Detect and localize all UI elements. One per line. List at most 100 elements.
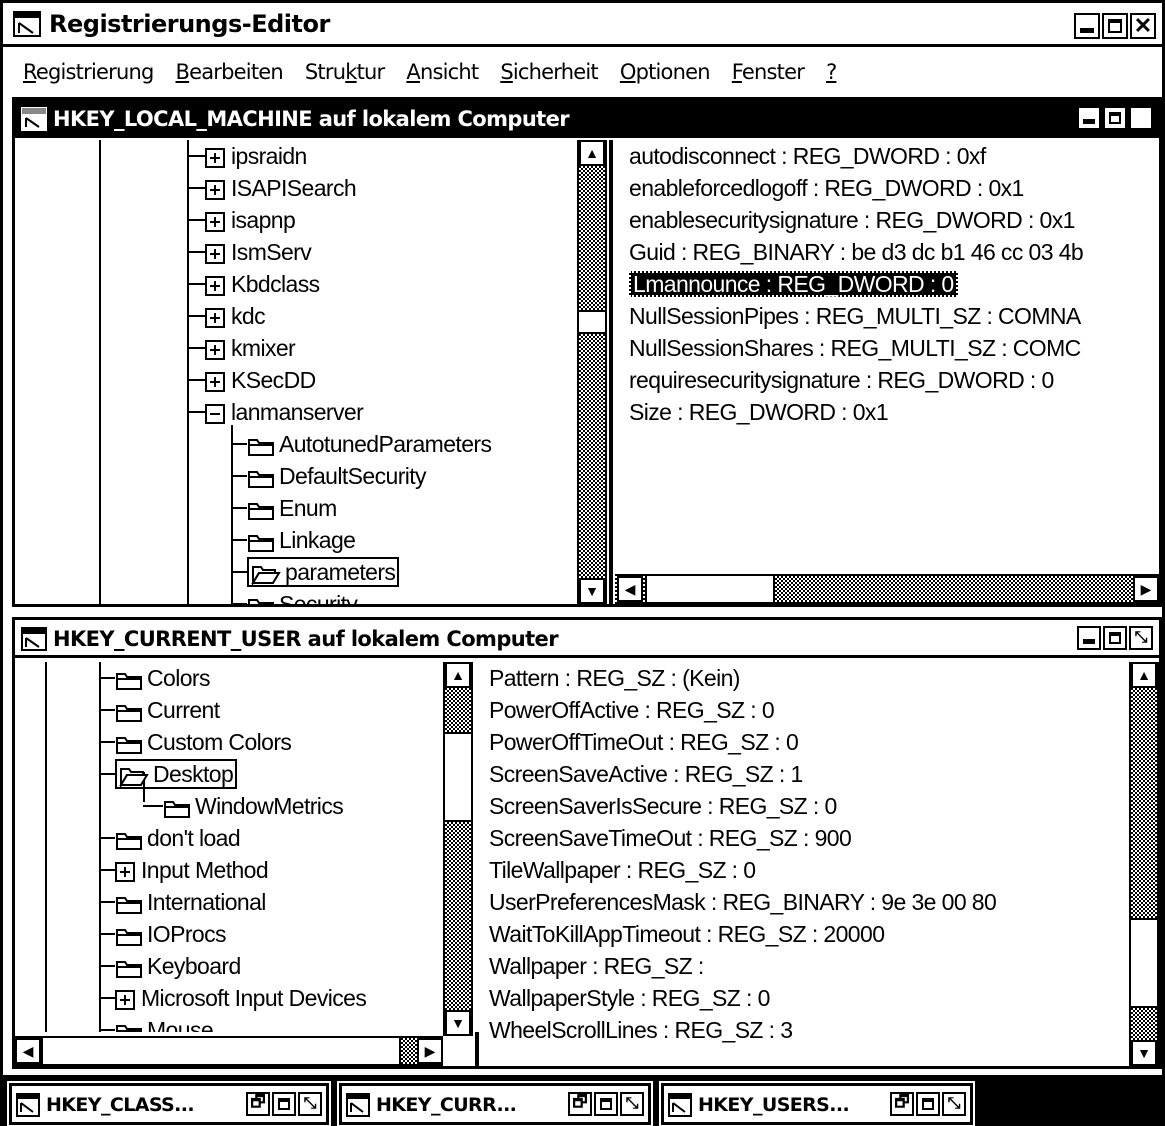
hkcu-title-bar[interactable]: HKEY_CURRENT_USER auf lokalem Computer — [15, 620, 1159, 658]
registry-value-item[interactable]: UserPreferencesMask : REG_BINARY : 9e 3e… — [489, 886, 997, 918]
minimize-button[interactable] — [1074, 13, 1100, 39]
hklm-tree-vscroll[interactable]: ▲ ▼ — [577, 140, 607, 604]
menu-ansicht[interactable]: Ansicht — [406, 60, 479, 84]
hkcu-key-tree[interactable]: Colors Current Custom Colors Desktop WindowM… — [15, 662, 443, 1032]
tree-node[interactable]: don't load — [115, 822, 241, 854]
hklm-key-tree[interactable]: ipsraidn ISAPISearch isapnp IsmServ Kbdclass… — [15, 140, 575, 604]
scroll-thumb[interactable] — [445, 732, 471, 822]
registry-value-item[interactable]: Lmannounce : REG_DWORD : 0 — [629, 268, 958, 300]
menu-optionen[interactable]: Optionen — [620, 60, 711, 84]
maximize-button[interactable] — [916, 1092, 940, 1116]
registry-value-item[interactable]: ScreenSaveActive : REG_SZ : 1 — [489, 758, 803, 790]
tree-node[interactable]: International — [115, 886, 266, 918]
registry-value-item[interactable]: requiresecuritysignature : REG_DWORD : 0 — [629, 364, 1054, 396]
hkcu-values-vscroll[interactable]: ▲ ▼ — [1129, 662, 1159, 1066]
tree-node[interactable]: Desktop — [115, 758, 238, 790]
close-button[interactable]: ✕ — [1130, 13, 1156, 39]
system-menu-icon[interactable] — [668, 1093, 692, 1117]
minimize-button[interactable] — [1077, 106, 1101, 130]
registry-value-item[interactable]: PowerOffActive : REG_SZ : 0 — [489, 694, 775, 726]
tree-node[interactable]: Mouse — [115, 1014, 214, 1032]
hklm-values-list[interactable]: autodisconnect : REG_DWORD : 0xf enablefo… — [615, 140, 1159, 570]
plus-box-icon[interactable] — [205, 339, 225, 360]
scroll-left-arrow[interactable]: ◀ — [15, 1038, 41, 1064]
tree-node[interactable]: Linkage — [247, 524, 356, 556]
registry-value-item[interactable]: WallpaperStyle : REG_SZ : 0 — [489, 982, 770, 1014]
plus-box-icon[interactable] — [205, 211, 225, 232]
registry-value-item[interactable]: autodisconnect : REG_DWORD : 0xf — [629, 140, 986, 172]
tree-node[interactable]: Microsoft Input Devices — [115, 982, 367, 1014]
system-menu-icon[interactable] — [13, 11, 41, 37]
scroll-up-arrow[interactable]: ▲ — [1131, 662, 1157, 688]
scroll-thumb[interactable] — [41, 1038, 401, 1064]
tree-node[interactable]: Current — [115, 694, 220, 726]
restore-button[interactable] — [1129, 626, 1153, 650]
hklm-title-bar[interactable]: HKEY_LOCAL_MACHINE auf lokalem Computer — [15, 100, 1159, 138]
registry-value-item[interactable]: NullSessionShares : REG_MULTI_SZ : COMC — [629, 332, 1081, 364]
registry-value-item[interactable]: Wallpaper : REG_SZ : — [489, 950, 704, 982]
scroll-right-arrow[interactable]: ▶ — [1133, 576, 1159, 602]
menu-sicherheit[interactable]: Sicherheit — [500, 60, 598, 84]
scroll-up-arrow[interactable]: ▲ — [579, 140, 605, 166]
hklm-splitter[interactable] — [609, 140, 613, 604]
scroll-right-arrow[interactable]: ▶ — [417, 1038, 443, 1064]
hkcu-values-list[interactable]: Pattern : REG_SZ : (Kein) PowerOffActive … — [475, 662, 1125, 1062]
scroll-down-arrow[interactable]: ▼ — [445, 1010, 471, 1036]
tree-node[interactable]: parameters — [247, 556, 400, 588]
restore-button[interactable]: 🗗 — [890, 1092, 914, 1116]
hkcu-tree-vscroll[interactable]: ▲ ▼ — [443, 662, 473, 1036]
scroll-down-arrow[interactable]: ▼ — [579, 578, 605, 604]
registry-value-item[interactable]: Size : REG_DWORD : 0x1 — [629, 396, 889, 428]
tree-node[interactable]: WindowMetrics — [163, 790, 344, 822]
resize-button[interactable] — [298, 1092, 322, 1116]
registry-value-item[interactable]: WaitToKillAppTimeout : REG_SZ : 20000 — [489, 918, 885, 950]
minus-box-icon[interactable] — [205, 403, 225, 424]
tree-node[interactable]: KSecDD — [205, 364, 316, 396]
tree-node[interactable]: Enum — [247, 492, 337, 524]
plus-box-icon[interactable] — [205, 147, 225, 168]
app-title-bar[interactable]: Registrierungs-Editor ✕ — [3, 3, 1162, 47]
tree-node[interactable]: Keyboard — [115, 950, 241, 982]
menu-help[interactable]: ? — [826, 60, 837, 84]
maximize-button[interactable] — [1103, 106, 1127, 130]
tree-node[interactable]: DefaultSecurity — [247, 460, 427, 492]
tree-node[interactable]: ISAPISearch — [205, 172, 357, 204]
minimized-window-hku[interactable]: HKEY_USERS... 🗗 — [659, 1081, 975, 1126]
tree-node[interactable]: Colors — [115, 662, 210, 694]
resize-button[interactable] — [942, 1092, 966, 1116]
restore-button[interactable]: 🗗 — [246, 1092, 270, 1116]
registry-value-item[interactable]: PowerOffTimeOut : REG_SZ : 0 — [489, 726, 799, 758]
menu-fenster[interactable]: Fenster — [732, 60, 805, 84]
tree-node[interactable]: AutotunedParameters — [247, 428, 492, 460]
tree-node[interactable]: Input Method — [115, 854, 269, 886]
menu-registrierung[interactable]: Registrierung — [23, 60, 154, 84]
system-menu-icon[interactable] — [21, 107, 47, 131]
registry-value-item[interactable]: WheelScrollLines : REG_SZ : 3 — [489, 1014, 793, 1046]
scroll-up-arrow[interactable]: ▲ — [445, 662, 471, 688]
plus-box-icon[interactable] — [205, 371, 225, 392]
resize-button[interactable] — [620, 1092, 644, 1116]
plus-box-icon[interactable] — [115, 861, 135, 882]
registry-value-item[interactable]: ScreenSaverIsSecure : REG_SZ : 0 — [489, 790, 837, 822]
plus-box-icon[interactable] — [205, 307, 225, 328]
plus-box-icon[interactable] — [205, 275, 225, 296]
tree-node[interactable]: kmixer — [205, 332, 296, 364]
scroll-thumb[interactable] — [645, 576, 775, 602]
restore-button[interactable]: 🗗 — [568, 1092, 592, 1116]
maximize-button[interactable] — [272, 1092, 296, 1116]
tree-node[interactable]: Custom Colors — [115, 726, 292, 758]
registry-value-item[interactable]: ScreenSaveTimeOut : REG_SZ : 900 — [489, 822, 852, 854]
system-menu-icon[interactable] — [16, 1093, 40, 1117]
minimized-window-hkcr[interactable]: HKEY_CLASS... 🗗 — [7, 1081, 331, 1126]
hklm-values-hscroll[interactable]: ◀ ▶ — [615, 574, 1159, 604]
hkcu-tree-hscroll[interactable]: ◀ ▶ — [15, 1036, 443, 1066]
menu-bearbeiten[interactable]: Bearbeiten — [176, 60, 284, 84]
plus-box-icon[interactable] — [205, 179, 225, 200]
minimized-window-hkcu[interactable]: HKEY_CURR... 🗗 — [337, 1081, 653, 1126]
registry-value-item[interactable]: enableforcedlogoff : REG_DWORD : 0x1 — [629, 172, 1024, 204]
tree-node[interactable]: kdc — [205, 300, 266, 332]
maximize-button[interactable] — [594, 1092, 618, 1116]
registry-value-item[interactable]: enablesecuritysignature : REG_DWORD : 0x… — [629, 204, 1075, 236]
registry-value-item[interactable]: NullSessionPipes : REG_MULTI_SZ : COMNA — [629, 300, 1081, 332]
registry-value-item[interactable]: TileWallpaper : REG_SZ : 0 — [489, 854, 756, 886]
